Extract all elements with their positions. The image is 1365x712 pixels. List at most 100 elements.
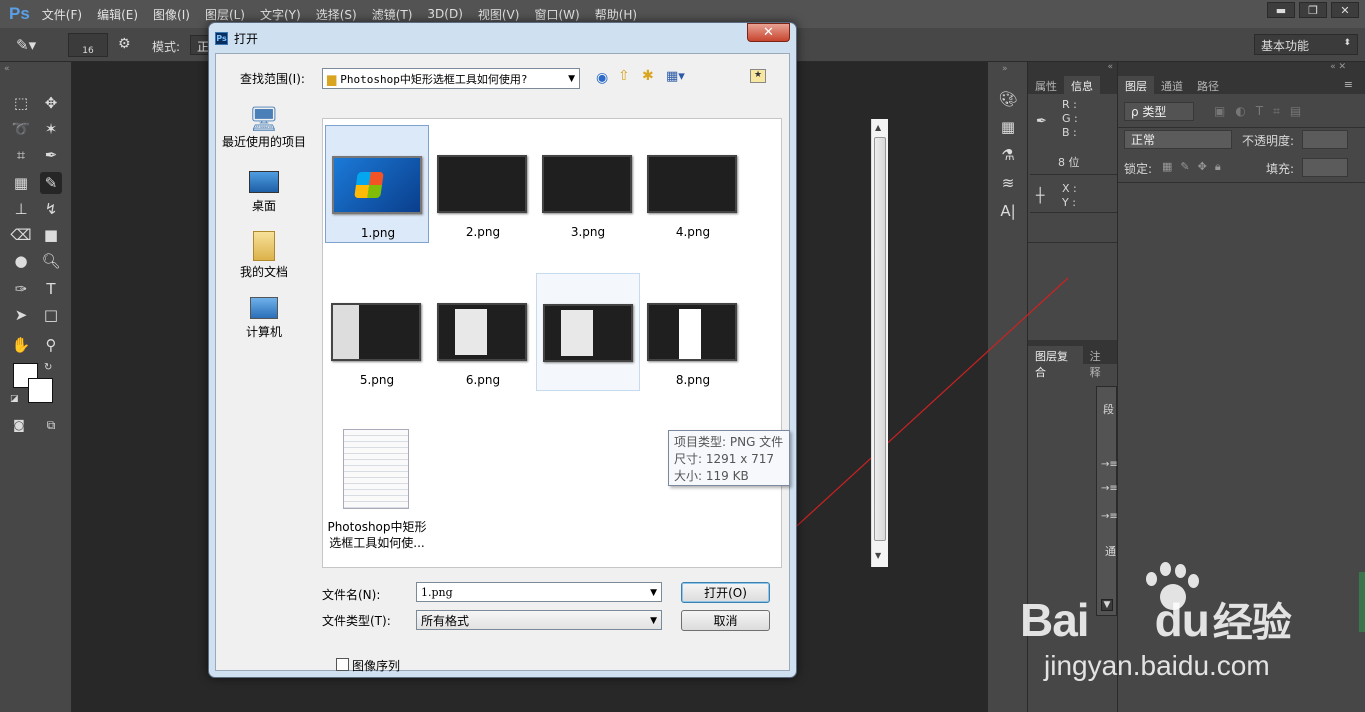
crop-tool-icon[interactable]: ⌗ [10,144,32,166]
type-tool-icon[interactable]: T [40,278,62,300]
menu-layer[interactable]: 图层(L) [205,6,245,23]
open-button[interactable]: 打开(O) [681,582,770,603]
screen-mode-icon[interactable]: ⧉ [40,414,62,436]
place-documents[interactable]: 我的文档 [219,231,309,280]
menu-help[interactable]: 帮助(H) [595,6,637,23]
file-item-2[interactable]: 2.png [431,125,535,243]
tab-notes[interactable]: 注释 [1083,346,1117,379]
lock-icons[interactable]: ▦✎✥🔒︎ [1162,160,1229,174]
character-panel-icon[interactable]: A| [997,200,1019,222]
zoom-tool-icon[interactable]: ⚲ [40,334,62,356]
quick-mask-icon[interactable]: ◙ [8,414,30,436]
pen-tool-icon[interactable]: ✑ [10,278,32,300]
collapse-strip-icon[interactable]: » [1002,64,1008,74]
look-in-dropdown[interactable]: ▆ Photoshop中矩形选框工具如何使用? ▼ [322,68,580,89]
tab-channels[interactable]: 通道 [1154,76,1190,94]
collapse-toolbar-icon[interactable]: « [4,64,10,74]
filter-kind-dropdown[interactable]: ρ 类型 [1124,102,1194,121]
collapse-layers-icon[interactable]: « ✕ [1118,62,1365,74]
lasso-tool-icon[interactable]: ➰ [10,118,32,140]
minimize-button[interactable]: ▬ [1267,2,1295,18]
view-menu-icon[interactable]: ▦▾ [666,69,685,84]
adjustments-panel-icon[interactable]: ⚗ [997,144,1019,166]
scrollbar-thumb[interactable] [874,137,886,541]
path-selection-icon[interactable]: ➤ [10,304,32,326]
blur-tool-icon[interactable]: ● [10,250,32,272]
eyedropper-icon[interactable]: ✒ [40,144,62,166]
place-desktop[interactable]: 桌面 [219,171,309,214]
brush-preset-picker[interactable]: 16 [68,33,108,57]
menu-3d[interactable]: 3D(D) [427,7,462,21]
dialog-close-button[interactable]: ✕ [747,23,790,42]
up-folder-icon[interactable]: ⇧ [618,68,630,84]
back-icon[interactable]: ◉ [596,70,608,86]
close-button[interactable]: ✕ [1331,2,1359,18]
magic-wand-icon[interactable]: ✶ [40,118,62,140]
menu-edit[interactable]: 编辑(E) [97,6,138,23]
place-recent[interactable]: 🖥︎ 最近使用的项目 [219,105,309,150]
eyedropper-icon: ✒ [1036,114,1047,129]
file-list-scrollbar[interactable]: ▲ ▼ [871,119,888,567]
menu-image[interactable]: 图像(I) [153,6,190,23]
move-tool-icon[interactable]: ✥ [40,92,62,114]
menu-view[interactable]: 视图(V) [478,6,520,23]
file-item-5[interactable]: 5.png [325,273,429,391]
file-item-4[interactable]: 4.png [641,125,745,243]
default-colors-icon[interactable]: ◪ [10,394,19,404]
new-folder-icon[interactable]: ✱ [642,68,654,84]
tab-info[interactable]: 信息 [1064,76,1100,94]
stamp-tool-icon[interactable]: ⊥ [10,198,32,220]
brush-panel-icon[interactable]: ⚙ [118,36,131,52]
panel-menu-icon[interactable]: ≡ [1337,76,1360,94]
folder-star-icon[interactable]: ★ [750,69,766,83]
file-item-3[interactable]: 3.png [536,125,640,243]
expand-panels-icon[interactable]: « [1028,62,1117,74]
background-color-swatch[interactable] [28,378,53,403]
rectangle-tool-icon[interactable]: □ [40,304,62,326]
mode-dropdown[interactable]: 正 [190,35,210,55]
dodge-tool-icon[interactable]: 🔍︎ [40,250,62,272]
styles-panel-icon[interactable]: ≋ [997,172,1019,194]
menu-filter[interactable]: 滤镜(T) [372,6,413,23]
file-item-6[interactable]: 6.png [431,273,535,391]
hand-tool-icon[interactable]: ✋ [10,334,32,356]
restore-button[interactable]: ❐ [1299,2,1327,18]
menu-type[interactable]: 文字(Y) [260,6,301,23]
swap-colors-icon[interactable]: ↻ [44,362,52,373]
brush-tool-icon[interactable]: ✎▾ [16,36,36,54]
places-bar: 🖥︎ 最近使用的项目 桌面 我的文档 计算机 [219,105,309,635]
tab-properties[interactable]: 属性 [1028,76,1064,94]
marquee-tool-icon[interactable]: ⬚ [10,92,32,114]
recent-items-icon: 🖥︎ [248,105,280,133]
filetype-dropdown[interactable]: 所有格式 ▼ [416,610,662,630]
file-name-line1: Photoshop中矩形 [327,520,427,534]
filename-input[interactable]: 1.png ▼ [416,582,662,602]
file-item-folder-doc[interactable]: Photoshop中矩形 选框工具如何使... [325,423,429,563]
gradient-tool-icon[interactable]: ■ [40,224,62,246]
file-item-7[interactable] [536,273,640,391]
file-item-1[interactable]: 1.png [325,125,429,243]
blend-mode-dropdown[interactable]: 正常 [1124,130,1232,149]
paragraph-panel-label[interactable]: 段 [1103,401,1114,417]
opacity-input[interactable] [1302,130,1348,149]
eraser-icon[interactable]: ⌫ [10,224,32,246]
info-b: B : [1062,126,1077,139]
color-panel-icon[interactable]: 🎨︎ [997,88,1019,110]
swatches-panel-icon[interactable]: ▦ [997,116,1019,138]
file-item-8[interactable]: 8.png [641,273,745,391]
workspace-dropdown[interactable]: 基本功能 ⬍ [1254,34,1358,55]
image-sequence-checkbox[interactable] [336,658,349,671]
tab-layer-comps[interactable]: 图层复合 [1028,346,1083,379]
place-computer[interactable]: 计算机 [219,297,309,340]
brush-tool-icon[interactable]: ✎ [40,172,62,194]
menu-file[interactable]: 文件(F) [42,6,82,23]
tab-layers[interactable]: 图层 [1118,76,1154,94]
history-brush-icon[interactable]: ↯ [40,198,62,220]
menu-window[interactable]: 窗口(W) [534,6,579,23]
fill-input[interactable] [1302,158,1348,177]
tab-paths[interactable]: 路径 [1190,76,1226,94]
cancel-button[interactable]: 取消 [681,610,770,631]
windows-logo-icon [354,172,384,198]
menu-select[interactable]: 选择(S) [316,6,357,23]
healing-brush-icon[interactable]: ▦ [10,172,32,194]
